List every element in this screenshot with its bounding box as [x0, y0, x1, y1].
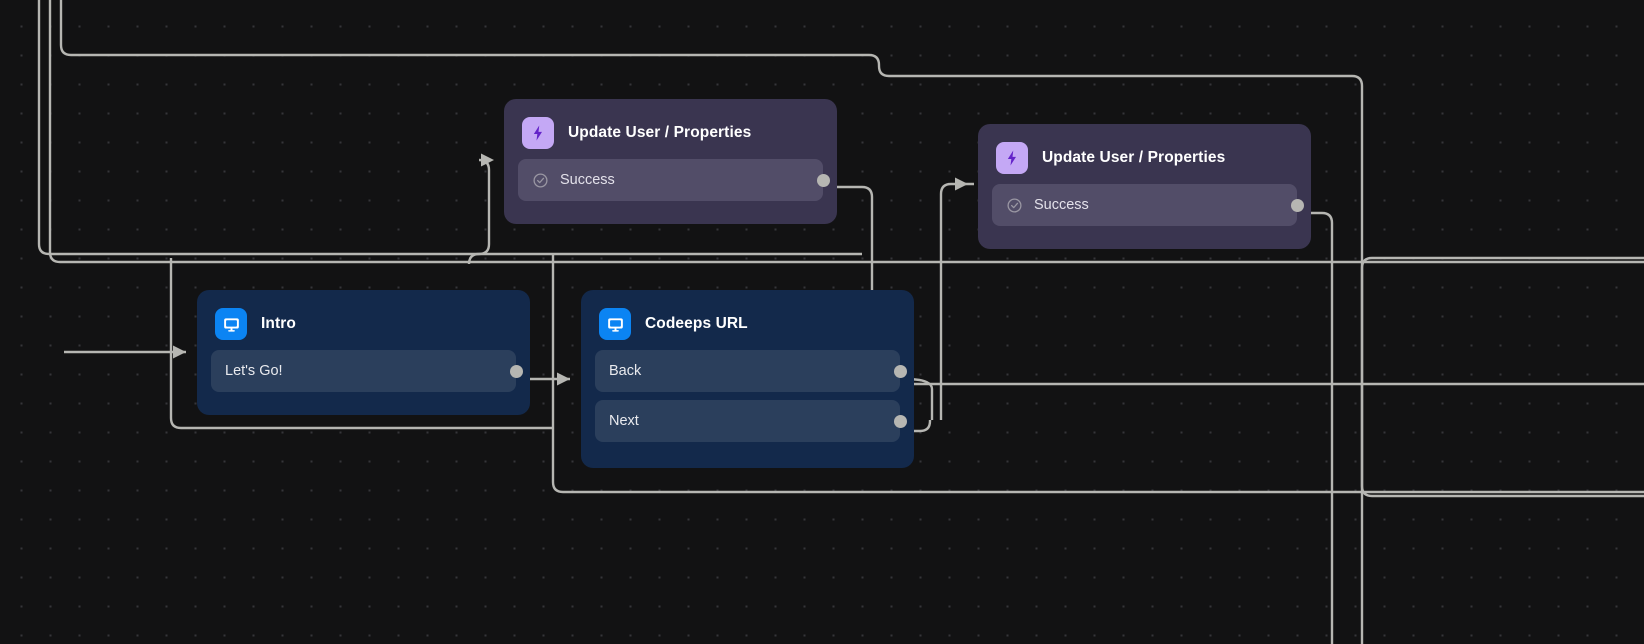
output-port-handle[interactable] — [817, 174, 830, 187]
node-header: Codeeps URL — [581, 290, 914, 350]
node-title: Update User / Properties — [1042, 149, 1225, 167]
lightning-bolt-icon — [522, 117, 554, 149]
monitor-icon — [599, 308, 631, 340]
edge-top-left-2[interactable] — [50, 0, 1644, 262]
port-row[interactable]: Let's Go! — [211, 350, 516, 392]
port-row[interactable]: Next — [595, 400, 900, 442]
port-label: Next — [609, 413, 639, 429]
arrow-update2-input — [955, 178, 968, 191]
port-label: Success — [1034, 197, 1089, 213]
node-intro[interactable]: Intro Let's Go! — [197, 290, 530, 415]
port-row[interactable]: Back — [595, 350, 900, 392]
edge-success2-out[interactable] — [1300, 213, 1332, 644]
edge-to-update2[interactable] — [941, 184, 974, 420]
check-circle-icon — [532, 172, 549, 189]
check-circle-icon — [1006, 197, 1023, 214]
arrow-update1-input — [481, 154, 494, 167]
port-list: Success — [978, 184, 1311, 240]
port-list: Let's Go! — [197, 350, 530, 406]
node-title: Update User / Properties — [568, 124, 751, 142]
port-list: Success — [504, 159, 837, 215]
node-codeeps-url[interactable]: Codeeps URL Back Next — [581, 290, 914, 468]
node-update-user-properties-1[interactable]: Update User / Properties Success — [504, 99, 837, 224]
edge-codeeps-left[interactable] — [469, 160, 489, 264]
port-list: Back Next — [581, 350, 914, 456]
output-port-handle[interactable] — [894, 365, 907, 378]
lightning-bolt-icon — [996, 142, 1028, 174]
flow-canvas[interactable]: Update User / PropertiesSuccessUpdate Us… — [0, 0, 1644, 644]
arrow-codeeps-input — [557, 373, 570, 386]
output-port-handle[interactable] — [1291, 199, 1304, 212]
node-title: Intro — [261, 315, 296, 333]
node-update-user-properties-2[interactable]: Update User / Properties Success — [978, 124, 1311, 249]
port-label: Back — [609, 363, 641, 379]
port-label: Let's Go! — [225, 363, 283, 379]
output-port-handle[interactable] — [894, 415, 907, 428]
port-row[interactable]: Success — [518, 159, 823, 201]
node-header: Intro — [197, 290, 530, 350]
monitor-icon — [215, 308, 247, 340]
output-port-handle[interactable] — [510, 365, 523, 378]
node-header: Update User / Properties — [978, 124, 1311, 184]
node-title: Codeeps URL — [645, 315, 748, 333]
edge-right-loop[interactable] — [1362, 258, 1644, 496]
arrow-intro-input — [173, 346, 186, 359]
port-row[interactable]: Success — [992, 184, 1297, 226]
node-header: Update User / Properties — [504, 99, 837, 159]
port-label: Success — [560, 172, 615, 188]
